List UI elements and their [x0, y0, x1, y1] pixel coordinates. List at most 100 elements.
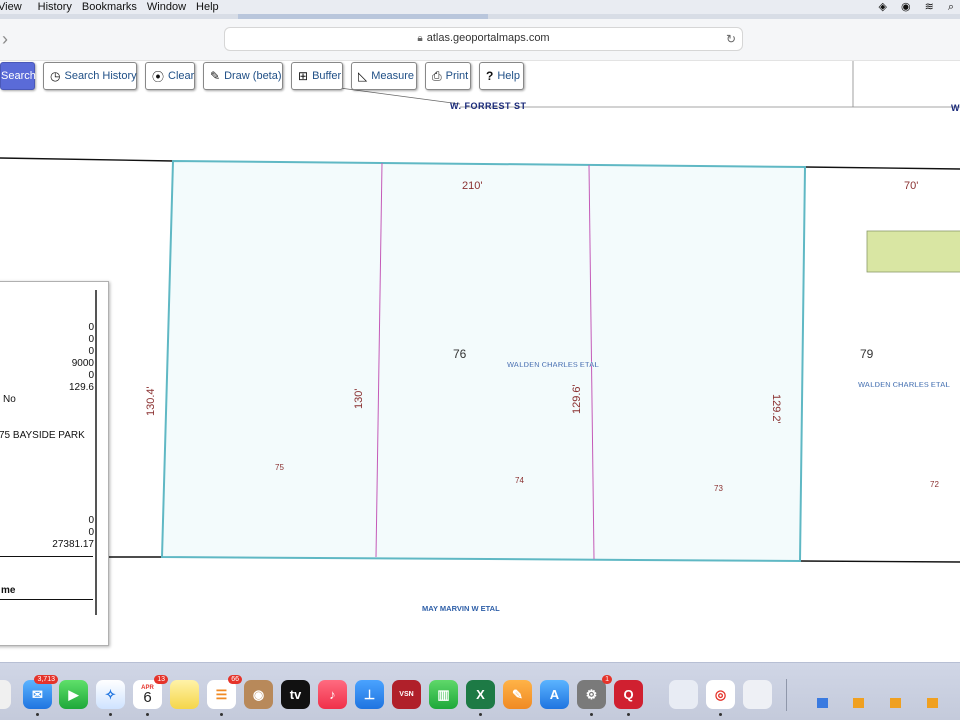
dock-doc-icon-1[interactable]: [817, 698, 828, 708]
reminders-badge: 66: [228, 675, 242, 684]
clear-label: Clear: [168, 70, 195, 82]
menu-bookmarks[interactable]: Bookmarks: [82, 0, 147, 14]
dock-mail-icon[interactable]: ✉ 3,713: [23, 675, 58, 716]
street-label-right: W: [951, 103, 960, 113]
measure-button[interactable]: ◺ Measure: [351, 62, 417, 90]
dock-appletv-icon[interactable]: tv: [281, 680, 310, 709]
attr-value-1: 0: [88, 322, 94, 333]
url-text: atlas.geoportalmaps.com: [426, 32, 550, 44]
dimension-lot-74-73: 129.6': [571, 384, 583, 414]
panel-divider: [0, 556, 93, 557]
parcel-number-79: 79: [860, 347, 874, 361]
dock-appstore-icon[interactable]: A: [540, 680, 569, 709]
draw-label: Draw (beta): [224, 70, 282, 82]
dock-calendar-icon[interactable]: APR 6 13: [133, 675, 168, 716]
user-icon[interactable]: ◉: [901, 0, 911, 14]
panel-scrollbar[interactable]: [95, 290, 97, 615]
attr-value-3: 0: [88, 346, 94, 357]
dock: ✉ 3,713 ▶ ✧ APR 6 13 ☰ 66 ◉ tv ♪ ⊥ VSN ▥ X ✎…: [0, 662, 960, 720]
menu-view[interactable]: View: [0, 0, 38, 14]
dock-doc-icon-2[interactable]: [853, 698, 864, 708]
status-icons: ◈ ◉ ≋ ⌕: [879, 0, 954, 14]
dock-settings-icon[interactable]: ⚙ 1: [577, 675, 612, 716]
layers-icon[interactable]: ◈: [879, 0, 887, 14]
attr-address: 75 BAYSIDE PARK: [0, 430, 85, 441]
lot-number-73: 73: [714, 484, 723, 493]
dock-reminders-icon[interactable]: ☰ 66: [207, 675, 242, 716]
street-label-forrest: W. FORREST ST: [450, 101, 527, 111]
search-button[interactable]: Search: [0, 62, 36, 90]
owner-label-bottom: MAY MARVIN W ETAL: [422, 604, 500, 613]
dock-excel-icon[interactable]: X: [466, 680, 495, 716]
map-canvas[interactable]: W. FORREST ST W 210' 70' 76 79 WALDEN CH…: [0, 61, 960, 662]
draw-button[interactable]: ✎ Draw (beta): [203, 62, 283, 90]
dock-safari-icon[interactable]: ✧: [96, 680, 125, 716]
dock-chrome-icon[interactable]: ◎: [706, 680, 735, 716]
dimension-lot-75-74: 130': [353, 389, 365, 409]
clock-icon: ◷: [50, 69, 61, 83]
attr-value-2: 0: [88, 334, 94, 345]
owner-label-76: WALDEN CHARLES ETAL: [507, 360, 599, 369]
attr-value-acreage: 9000: [71, 358, 94, 369]
help-button[interactable]: ? Help: [479, 62, 524, 90]
buffer-label: Buffer: [312, 70, 342, 82]
search-button-label: Search: [1, 70, 36, 82]
menu-window[interactable]: Window: [147, 0, 196, 14]
search-history-label: Search History: [64, 70, 137, 82]
print-label: Print: [445, 70, 469, 82]
browser-toolbar: › 🔒︎ atlas.geoportalmaps.com ↻: [0, 19, 960, 61]
attr-value-depth: 129.6: [68, 382, 94, 393]
mail-badge: 3,713: [34, 675, 58, 684]
dock-notes-icon[interactable]: [170, 680, 199, 709]
question-icon: ?: [486, 69, 494, 83]
calendar-badge: 13: [154, 675, 168, 684]
attr-value-5: 0: [88, 370, 94, 381]
spotlight-search-icon[interactable]: ⌕: [948, 0, 954, 14]
dock-doc-icon-4[interactable]: [927, 698, 938, 708]
pencil-icon: ✎: [210, 69, 221, 83]
dock-preview-icon[interactable]: [669, 680, 698, 709]
measure-label: Measure: [371, 70, 415, 82]
buffer-button[interactable]: ⊞ Buffer: [291, 62, 343, 90]
wifi-icon[interactable]: ≋: [925, 0, 934, 14]
selected-parcel[interactable]: [160, 159, 807, 563]
clear-button[interactable]: ⦿ Clear: [145, 62, 195, 90]
reload-icon[interactable]: ↻: [726, 32, 736, 46]
search-history-button[interactable]: ◷ Search History: [43, 62, 137, 90]
panel-divider-bottom: [0, 599, 93, 600]
dock-contacts-icon[interactable]: ◉: [244, 680, 273, 709]
attr-flag: No: [3, 394, 16, 405]
calendar-day: 6: [143, 688, 152, 706]
dock-vision-icon[interactable]: VSN: [392, 680, 421, 709]
forward-chevron-icon[interactable]: ›: [2, 29, 8, 50]
dock-pages-icon[interactable]: ✎: [503, 680, 532, 709]
menu-bar: View History Bookmarks Window Help ◈ ◉ ≋…: [0, 0, 960, 14]
dock-music-icon[interactable]: ♪: [318, 680, 347, 709]
print-button[interactable]: ⎙ Print: [425, 62, 471, 90]
lot-number-75: 75: [275, 463, 284, 472]
dock-doc-icon-3[interactable]: [890, 698, 901, 708]
dock-numbers-icon[interactable]: ▥: [429, 680, 458, 709]
dimension-top-right: 70': [904, 180, 918, 192]
menu-history[interactable]: History: [38, 0, 82, 14]
menu-help[interactable]: Help: [196, 0, 229, 14]
clear-icon: ⦿: [152, 69, 165, 84]
printer-icon: ⎙: [432, 68, 442, 83]
dock-facetime-icon[interactable]: ▶: [59, 680, 88, 709]
dock-launchpad-icon[interactable]: [0, 680, 11, 709]
dock-keynote-icon[interactable]: ⊥: [355, 680, 384, 709]
dock-separator: [786, 679, 787, 711]
dimension-right: 129.2': [770, 394, 782, 424]
dimension-left: 130.4': [145, 386, 157, 416]
attr-footer-label: me: [1, 585, 16, 596]
lot-number-74: 74: [515, 476, 524, 485]
attr-value-8: 0: [88, 527, 94, 538]
lot-number-72: 72: [930, 480, 939, 489]
dock-screenshot-icon[interactable]: [743, 680, 772, 709]
attr-value-total: 27381.17: [52, 539, 94, 550]
parcel-number-76: 76: [453, 347, 467, 361]
address-bar[interactable]: 🔒︎ atlas.geoportalmaps.com ↻: [224, 27, 743, 51]
attr-value-7: 0: [88, 515, 94, 526]
dock-quicken-icon[interactable]: Q: [614, 680, 643, 716]
lock-icon: 🔒︎: [417, 33, 423, 44]
